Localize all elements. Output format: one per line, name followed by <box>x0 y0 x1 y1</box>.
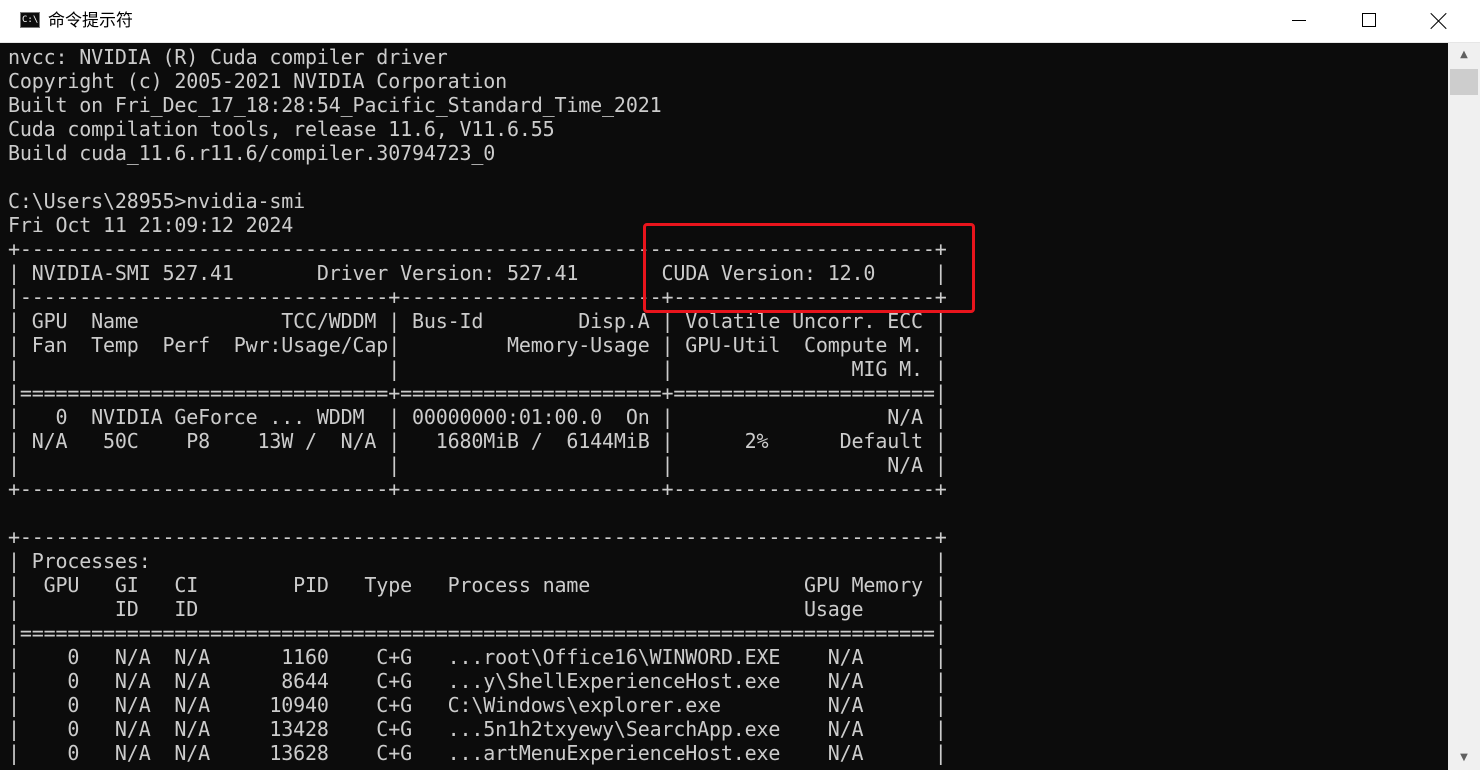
console-output-text: nvcc: NVIDIA (R) Cuda compiler driver Co… <box>8 45 947 765</box>
scrollbar-thumb[interactable] <box>1450 69 1478 95</box>
cmd-console-icon: C:\ <box>20 12 40 28</box>
console-output-area[interactable]: nvcc: NVIDIA (R) Cuda compiler driver Co… <box>0 43 1448 770</box>
minimize-icon <box>1292 20 1306 21</box>
window-title: 命令提示符 <box>48 11 133 31</box>
maximize-button[interactable] <box>1334 0 1404 42</box>
title-bar[interactable]: C:\ 命令提示符 <box>0 0 1480 43</box>
scroll-up-arrow-icon[interactable]: ▲ <box>1448 43 1480 67</box>
scroll-down-arrow-icon[interactable]: ▼ <box>1448 746 1480 770</box>
command-prompt-window: C:\ 命令提示符 nvcc: NVIDIA (R) Cuda compiler… <box>0 0 1480 770</box>
close-icon <box>1430 12 1448 30</box>
vertical-scrollbar[interactable]: ▲ ▼ <box>1448 43 1480 770</box>
minimize-button[interactable] <box>1264 0 1334 42</box>
maximize-icon <box>1362 13 1376 27</box>
close-button[interactable] <box>1404 0 1474 42</box>
